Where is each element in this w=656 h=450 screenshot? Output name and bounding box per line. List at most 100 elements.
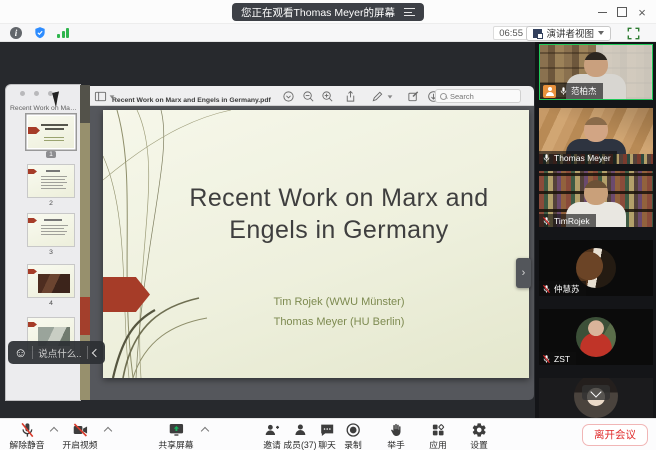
slide-title: Recent Work on Marx and Engels in German… xyxy=(153,182,525,246)
participant-tile-partial[interactable] xyxy=(539,378,653,418)
thumbnail-number: 1 xyxy=(28,151,74,158)
scroll-down-participants-button[interactable] xyxy=(582,385,610,400)
screen-share-banner: 您正在观看Thomas Meyer的屏幕 xyxy=(232,3,424,21)
gear-icon xyxy=(471,422,487,438)
next-page-tab[interactable]: › xyxy=(516,258,531,288)
chat-placeholder[interactable]: 说点什么... xyxy=(38,346,82,360)
chat-bubble-icon xyxy=(319,422,335,438)
view-grid-icon xyxy=(533,29,542,38)
meeting-timer: 06:55 xyxy=(493,26,529,40)
emoji-smiley-icon[interactable]: ☺ xyxy=(14,346,27,359)
macos-window-dots xyxy=(20,91,53,96)
invite-person-icon xyxy=(263,422,280,438)
mic-options-caret[interactable] xyxy=(50,427,58,435)
video-options-caret[interactable] xyxy=(104,427,112,435)
participant-tile[interactable]: 范柏杰 xyxy=(539,44,653,100)
invite-button[interactable]: 邀请 xyxy=(263,421,281,450)
participant-name: Thomas Meyer xyxy=(554,153,611,163)
raise-hand-icon xyxy=(388,422,403,438)
mic-on-icon xyxy=(542,153,551,163)
participant-name-pill: 范柏杰 xyxy=(540,83,603,99)
mic-muted-icon xyxy=(19,422,35,438)
thumb-arrow-decoration xyxy=(28,127,40,134)
meeting-control-toolbar: 解除静音 开启视频 共享屏幕 邀请 成员(37) 聊天 录制 xyxy=(0,418,656,450)
participant-name: 范柏杰 xyxy=(571,85,597,97)
participant-name: TimRojek xyxy=(554,216,590,226)
participant-tile[interactable]: TimRojek xyxy=(539,171,653,227)
thumbnail-number: 3 xyxy=(28,249,74,256)
participant-tile[interactable]: ZST xyxy=(539,309,653,365)
sidebar-document-title: Recent Work on Marx an... xyxy=(10,105,77,112)
participant-name: ZST xyxy=(554,354,570,364)
share-icon[interactable] xyxy=(344,90,357,103)
collapse-left-icon[interactable] xyxy=(92,348,100,356)
host-badge-icon xyxy=(543,85,556,98)
participant-name-pill: ZST xyxy=(539,352,576,365)
camera-off-icon xyxy=(71,422,89,438)
participant-name: 仲慧苏 xyxy=(554,283,580,295)
search-input[interactable] xyxy=(450,92,516,101)
speaker-view-button[interactable]: 演讲者视图 xyxy=(526,26,611,41)
slide-thumbnail-1[interactable] xyxy=(28,116,74,148)
divider xyxy=(32,346,33,359)
person-icon xyxy=(292,422,308,438)
banner-menu-icon[interactable] xyxy=(404,8,415,16)
security-shield-icon[interactable] xyxy=(33,26,47,40)
mic-muted-icon xyxy=(542,216,551,226)
markup-caret-icon[interactable] xyxy=(388,95,393,98)
participant-tile[interactable]: Thomas Meyer xyxy=(539,108,653,164)
chat-quick-input[interactable]: ☺ 说点什么... xyxy=(8,341,105,364)
participants-button[interactable]: 成员(37) xyxy=(283,421,316,450)
unmute-button[interactable]: 解除静音 xyxy=(9,421,44,450)
slide-authors: Tim Rojek (WWU Münster) Thomas Meyer (HU… xyxy=(153,292,525,332)
slide-thumbnail-4[interactable] xyxy=(28,265,74,297)
thumbnail-number: 2 xyxy=(28,200,74,207)
watching-label: 您正在观看Thomas Meyer的屏幕 xyxy=(241,5,395,20)
fullscreen-icon[interactable] xyxy=(627,27,640,40)
mic-muted-icon xyxy=(542,354,551,364)
apps-button[interactable]: 应用 xyxy=(429,421,447,450)
chevron-down-icon xyxy=(598,31,604,35)
thumbnail-number: 4 xyxy=(28,300,74,307)
markup-pencil-icon[interactable] xyxy=(371,90,384,103)
meeting-info-icon[interactable]: i xyxy=(10,27,22,39)
share-screen-icon xyxy=(167,422,185,438)
record-icon xyxy=(345,422,361,438)
maximize-button[interactable] xyxy=(612,2,632,22)
slide-thumbnail-2[interactable] xyxy=(28,165,74,197)
slide-thumbnail-3[interactable] xyxy=(28,214,74,246)
share-options-caret[interactable] xyxy=(201,427,209,435)
start-video-button[interactable]: 开启视频 xyxy=(62,421,97,450)
close-button[interactable]: × xyxy=(632,2,652,22)
record-button[interactable]: 录制 xyxy=(344,421,362,450)
leave-meeting-button[interactable]: 离开会议 xyxy=(582,424,648,446)
mic-on-icon xyxy=(559,86,568,96)
view-button-label: 演讲者视图 xyxy=(546,26,594,40)
mic-muted-icon xyxy=(542,284,551,294)
meeting-info-bar: i 06:55 演讲者视图 xyxy=(0,24,656,42)
share-screen-button[interactable]: 共享屏幕 xyxy=(158,421,193,450)
view-mode-icon[interactable] xyxy=(282,90,295,103)
raise-hand-button[interactable]: 举手 xyxy=(387,421,405,450)
window-dot-minimize[interactable] xyxy=(34,91,39,96)
participant-name-pill: Thomas Meyer xyxy=(539,151,617,164)
window-titlebar: 您正在观看Thomas Meyer的屏幕 × xyxy=(0,0,656,24)
participant-tile[interactable]: 仲慧苏 xyxy=(539,240,653,296)
search-icon xyxy=(440,93,447,100)
document-filename: Recent Work on Marx and Engels in German… xyxy=(112,97,271,104)
pdf-toolbar: Recent Work on Marx and Engels in German… xyxy=(90,86,534,106)
shared-screen-view: Recent Work on Marx an... 1 2 xyxy=(0,42,535,418)
zoom-in-icon[interactable] xyxy=(321,90,334,103)
window-dot-close[interactable] xyxy=(20,91,25,96)
pdf-search-box[interactable] xyxy=(435,89,521,103)
apps-grid-icon xyxy=(430,422,446,438)
chat-button[interactable]: 聊天 xyxy=(318,421,336,450)
settings-button[interactable]: 设置 xyxy=(470,421,488,450)
network-signal-icon xyxy=(57,28,70,38)
participant-filmstrip: 范柏杰 Thomas Meyer TimRojek 仲慧苏 xyxy=(535,42,656,418)
zoom-meeting-window: 您正在观看Thomas Meyer的屏幕 × i 06:55 演讲者视图 xyxy=(0,0,656,450)
minimize-button[interactable] xyxy=(592,2,612,22)
participant-name-pill: TimRojek xyxy=(539,214,596,227)
zoom-out-icon[interactable] xyxy=(302,90,315,103)
markup-box-icon[interactable] xyxy=(407,90,420,103)
